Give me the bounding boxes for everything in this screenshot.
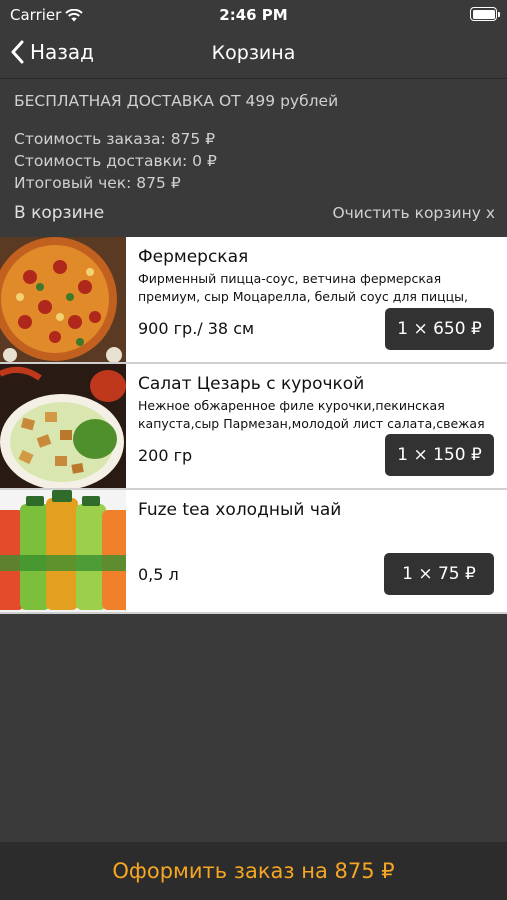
item-name: Fuze tea холодный чай — [138, 500, 342, 520]
checkout-button[interactable]: Оформить заказ на 875 ₽ — [0, 842, 507, 900]
item-description: Нежное обжаренное филе курочки,пекинская… — [138, 398, 485, 431]
delivery-cost: Стоимость доставки: 0 ₽ — [14, 152, 217, 170]
cart-item[interactable]: Fuze tea холодный чай 0,5 л 1 × 75 ₽ — [0, 490, 507, 614]
order-cost: Стоимость заказа: 875 ₽ — [14, 130, 216, 148]
clock: 2:46 PM — [219, 6, 288, 24]
clear-cart-button[interactable]: Очистить корзину x — [332, 204, 495, 222]
item-description: Фирменный пицца-соус, ветчина фермерская… — [138, 271, 468, 304]
status-bar: Carrier 2:46 PM — [0, 0, 507, 30]
salad-image — [0, 364, 126, 488]
cart-items-list: Фермерская Фирменный пицца-соус, ветчина… — [0, 237, 507, 614]
item-name: Фермерская — [138, 247, 249, 267]
battery-icon — [470, 7, 500, 21]
nav-bar: Назад Корзина — [0, 30, 507, 79]
item-size: 900 гр./ 38 см — [138, 319, 255, 338]
item-price-button[interactable]: 1 × 650 ₽ — [385, 308, 494, 350]
cart-item[interactable]: Салат Цезарь с курочкой Нежное обжаренно… — [0, 364, 507, 490]
fuze-tea-image — [0, 490, 126, 612]
cart-item[interactable]: Фермерская Фирменный пицца-соус, ветчина… — [0, 237, 507, 364]
pizza-image — [0, 237, 126, 362]
item-price-button[interactable]: 1 × 75 ₽ — [384, 553, 494, 595]
free-delivery-promo: БЕСПЛАТНАЯ ДОСТАВКА ОТ 499 рублей — [14, 92, 339, 110]
page-title: Корзина — [211, 42, 296, 64]
item-size: 0,5 л — [138, 565, 179, 584]
item-name: Салат Цезарь с курочкой — [138, 374, 365, 394]
cart-label: В корзине — [14, 203, 105, 223]
item-price-button[interactable]: 1 × 150 ₽ — [385, 434, 494, 476]
cart-header: В корзине Очистить корзину x — [14, 203, 495, 227]
order-total: Итоговый чек: 875 ₽ — [14, 174, 181, 192]
order-summary: БЕСПЛАТНАЯ ДОСТАВКА ОТ 499 рублей Стоимо… — [14, 92, 493, 194]
item-size: 200 гр — [138, 446, 193, 465]
